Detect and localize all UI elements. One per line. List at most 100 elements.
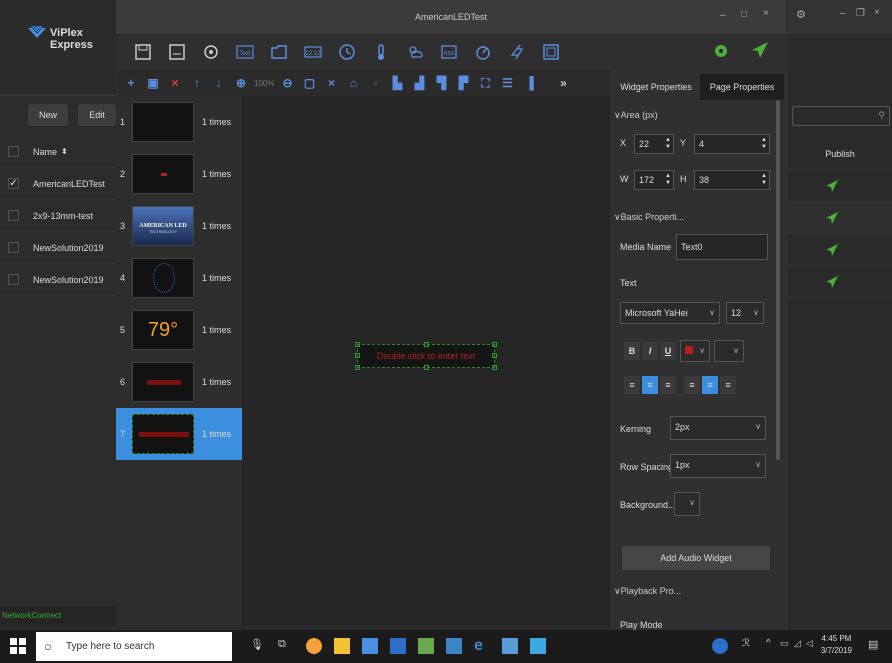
flash-icon[interactable] [504, 39, 530, 65]
list-item[interactable]: 2x9-13mm-test [0, 200, 116, 232]
fit-icon[interactable]: ▢ [300, 74, 318, 92]
valign-bottom-button[interactable]: ≡ [720, 376, 736, 394]
add-icon[interactable]: + [122, 74, 140, 92]
help-icon[interactable] [712, 638, 728, 654]
analog-clock-icon[interactable] [334, 39, 360, 65]
rss-icon[interactable]: RSS [436, 39, 462, 65]
valign-top-button[interactable]: ≡ [684, 376, 700, 394]
delete-icon[interactable]: × [166, 74, 184, 92]
resize-handle[interactable] [355, 365, 360, 370]
row-checkbox[interactable]: ✓ [8, 178, 19, 189]
kerning-select[interactable]: 2px ∨ [670, 416, 766, 440]
copy-icon[interactable]: ▣ [144, 74, 162, 92]
page-item-selected[interactable]: 7 1 times [116, 408, 242, 460]
properties-scrollbar[interactable] [776, 100, 780, 460]
tab-widget-properties[interactable]: Widget Properties [616, 74, 696, 100]
italic-button[interactable]: I [642, 342, 658, 360]
select-all-checkbox[interactable] [8, 146, 19, 157]
equal-size-icon[interactable]: ▐ [520, 74, 538, 92]
move-up-icon[interactable]: ↑ [188, 74, 206, 92]
remove-widget-icon[interactable]: × [322, 74, 340, 92]
text-widget[interactable]: Double click to enter text [355, 342, 497, 370]
resize-handle[interactable] [492, 353, 497, 358]
resize-handle[interactable] [424, 342, 429, 347]
app-taskbar-icon[interactable] [502, 638, 518, 654]
page-item[interactable]: 6 1 times [116, 356, 242, 408]
align-right-button[interactable]: ≡ [660, 376, 676, 394]
align-left-icon[interactable]: ▙ [388, 74, 406, 92]
x-stepper[interactable]: ▲ ▼ [665, 137, 671, 151]
playback-properties-title[interactable]: ∨Playback Pro... [614, 586, 681, 597]
row-spacing-select[interactable]: 1px ∨ [670, 454, 766, 478]
list-item[interactable]: NewSolution2019 [0, 232, 116, 264]
web-page-icon[interactable] [538, 39, 564, 65]
expand-icon[interactable]: » [554, 74, 572, 92]
basic-properties-title[interactable]: ∨Basic Properti... [614, 212, 684, 223]
media-name-input[interactable]: Text0 [676, 234, 768, 260]
publish-icon[interactable] [826, 212, 838, 224]
edge-icon[interactable]: e [474, 638, 490, 654]
thermometer-icon[interactable] [368, 39, 394, 65]
timer-icon[interactable] [470, 39, 496, 65]
y-stepper[interactable]: ▲ ▼ [761, 137, 767, 151]
publish-search-input[interactable]: ⚲ [792, 106, 890, 126]
page-item[interactable]: 5 79° 1 times [116, 304, 242, 356]
zoom-in-icon[interactable]: ⊕ [232, 74, 250, 92]
valign-middle-button[interactable]: ≡ [702, 376, 718, 394]
font-select[interactable]: Microsoft YaHei ∨ [620, 302, 720, 324]
page-item[interactable]: 2 1 times [116, 148, 242, 200]
y-input[interactable]: 4 ▲ ▼ [694, 134, 770, 154]
volume-icon[interactable]: ◁ [806, 638, 822, 654]
digital-clock-icon[interactable]: 12:12 [300, 39, 326, 65]
taskbar-clock[interactable]: 4:45 PM 3/7/2019 [821, 633, 852, 657]
viplex-taskbar-icon[interactable] [362, 638, 378, 654]
publish-icon[interactable] [826, 276, 838, 288]
tab-page-properties[interactable]: Page Properties [700, 74, 784, 100]
taskbar-search-input[interactable]: ○ Type here to search [36, 632, 232, 661]
close-icon[interactable]: × [874, 7, 880, 18]
restore-icon[interactable]: ❐ [856, 8, 865, 19]
minimize-icon[interactable]: – [720, 10, 726, 21]
distribute-icon[interactable]: ☰ [498, 74, 516, 92]
app-taskbar-icon[interactable] [446, 638, 462, 654]
underline-button[interactable]: U [660, 342, 676, 360]
text-widget-icon[interactable]: Text [232, 39, 258, 65]
resize-handle[interactable] [355, 353, 360, 358]
microphone-icon[interactable]: 🎙︎ [250, 638, 266, 654]
edit-button[interactable]: Edit [78, 104, 116, 126]
page-item[interactable]: 1 1 times [116, 96, 242, 148]
notification-icon[interactable]: ▤ [868, 638, 884, 654]
new-button[interactable]: New [28, 104, 68, 126]
app-taskbar-icon[interactable] [418, 638, 434, 654]
resize-handle[interactable] [492, 365, 497, 370]
page-item[interactable]: 4 1 times [116, 252, 242, 304]
zoom-out-icon[interactable]: ⊖ [278, 74, 296, 92]
people-icon[interactable]: ℛ [742, 638, 758, 654]
row-checkbox[interactable] [8, 210, 19, 221]
windows-start-icon[interactable] [10, 638, 26, 654]
gear-icon[interactable]: ⚙ [796, 8, 806, 21]
bold-button[interactable]: B [624, 342, 640, 360]
font-size-select[interactable]: 12 ∨ [726, 302, 764, 324]
align-right-icon[interactable]: ▟ [410, 74, 428, 92]
settings-icon[interactable] [198, 39, 224, 65]
row-checkbox[interactable] [8, 274, 19, 285]
close-icon[interactable]: × [763, 8, 769, 19]
minimize-icon[interactable]: – [840, 8, 846, 19]
task-view-icon[interactable]: ⧉ [278, 638, 294, 654]
publish-icon[interactable] [826, 244, 838, 256]
file-explorer-icon[interactable] [334, 638, 350, 654]
send-icon[interactable] [752, 42, 768, 58]
resize-handle[interactable] [492, 342, 497, 347]
background-select[interactable]: ∨ [674, 492, 700, 516]
list-item[interactable]: NewSolution2019 [0, 264, 116, 296]
save-icon[interactable] [130, 39, 156, 65]
maximize-icon[interactable]: □ [741, 9, 747, 20]
name-header[interactable]: Name [33, 147, 57, 157]
preview-icon[interactable] [714, 44, 728, 58]
chrome-icon[interactable] [306, 638, 322, 654]
page-item[interactable]: 3 AMERICAN LED TECHNOLOGY 1 times [116, 200, 242, 252]
weather-icon[interactable] [402, 39, 428, 65]
add-audio-widget-button[interactable]: Add Audio Widget [622, 546, 770, 570]
resize-handle[interactable] [424, 365, 429, 370]
